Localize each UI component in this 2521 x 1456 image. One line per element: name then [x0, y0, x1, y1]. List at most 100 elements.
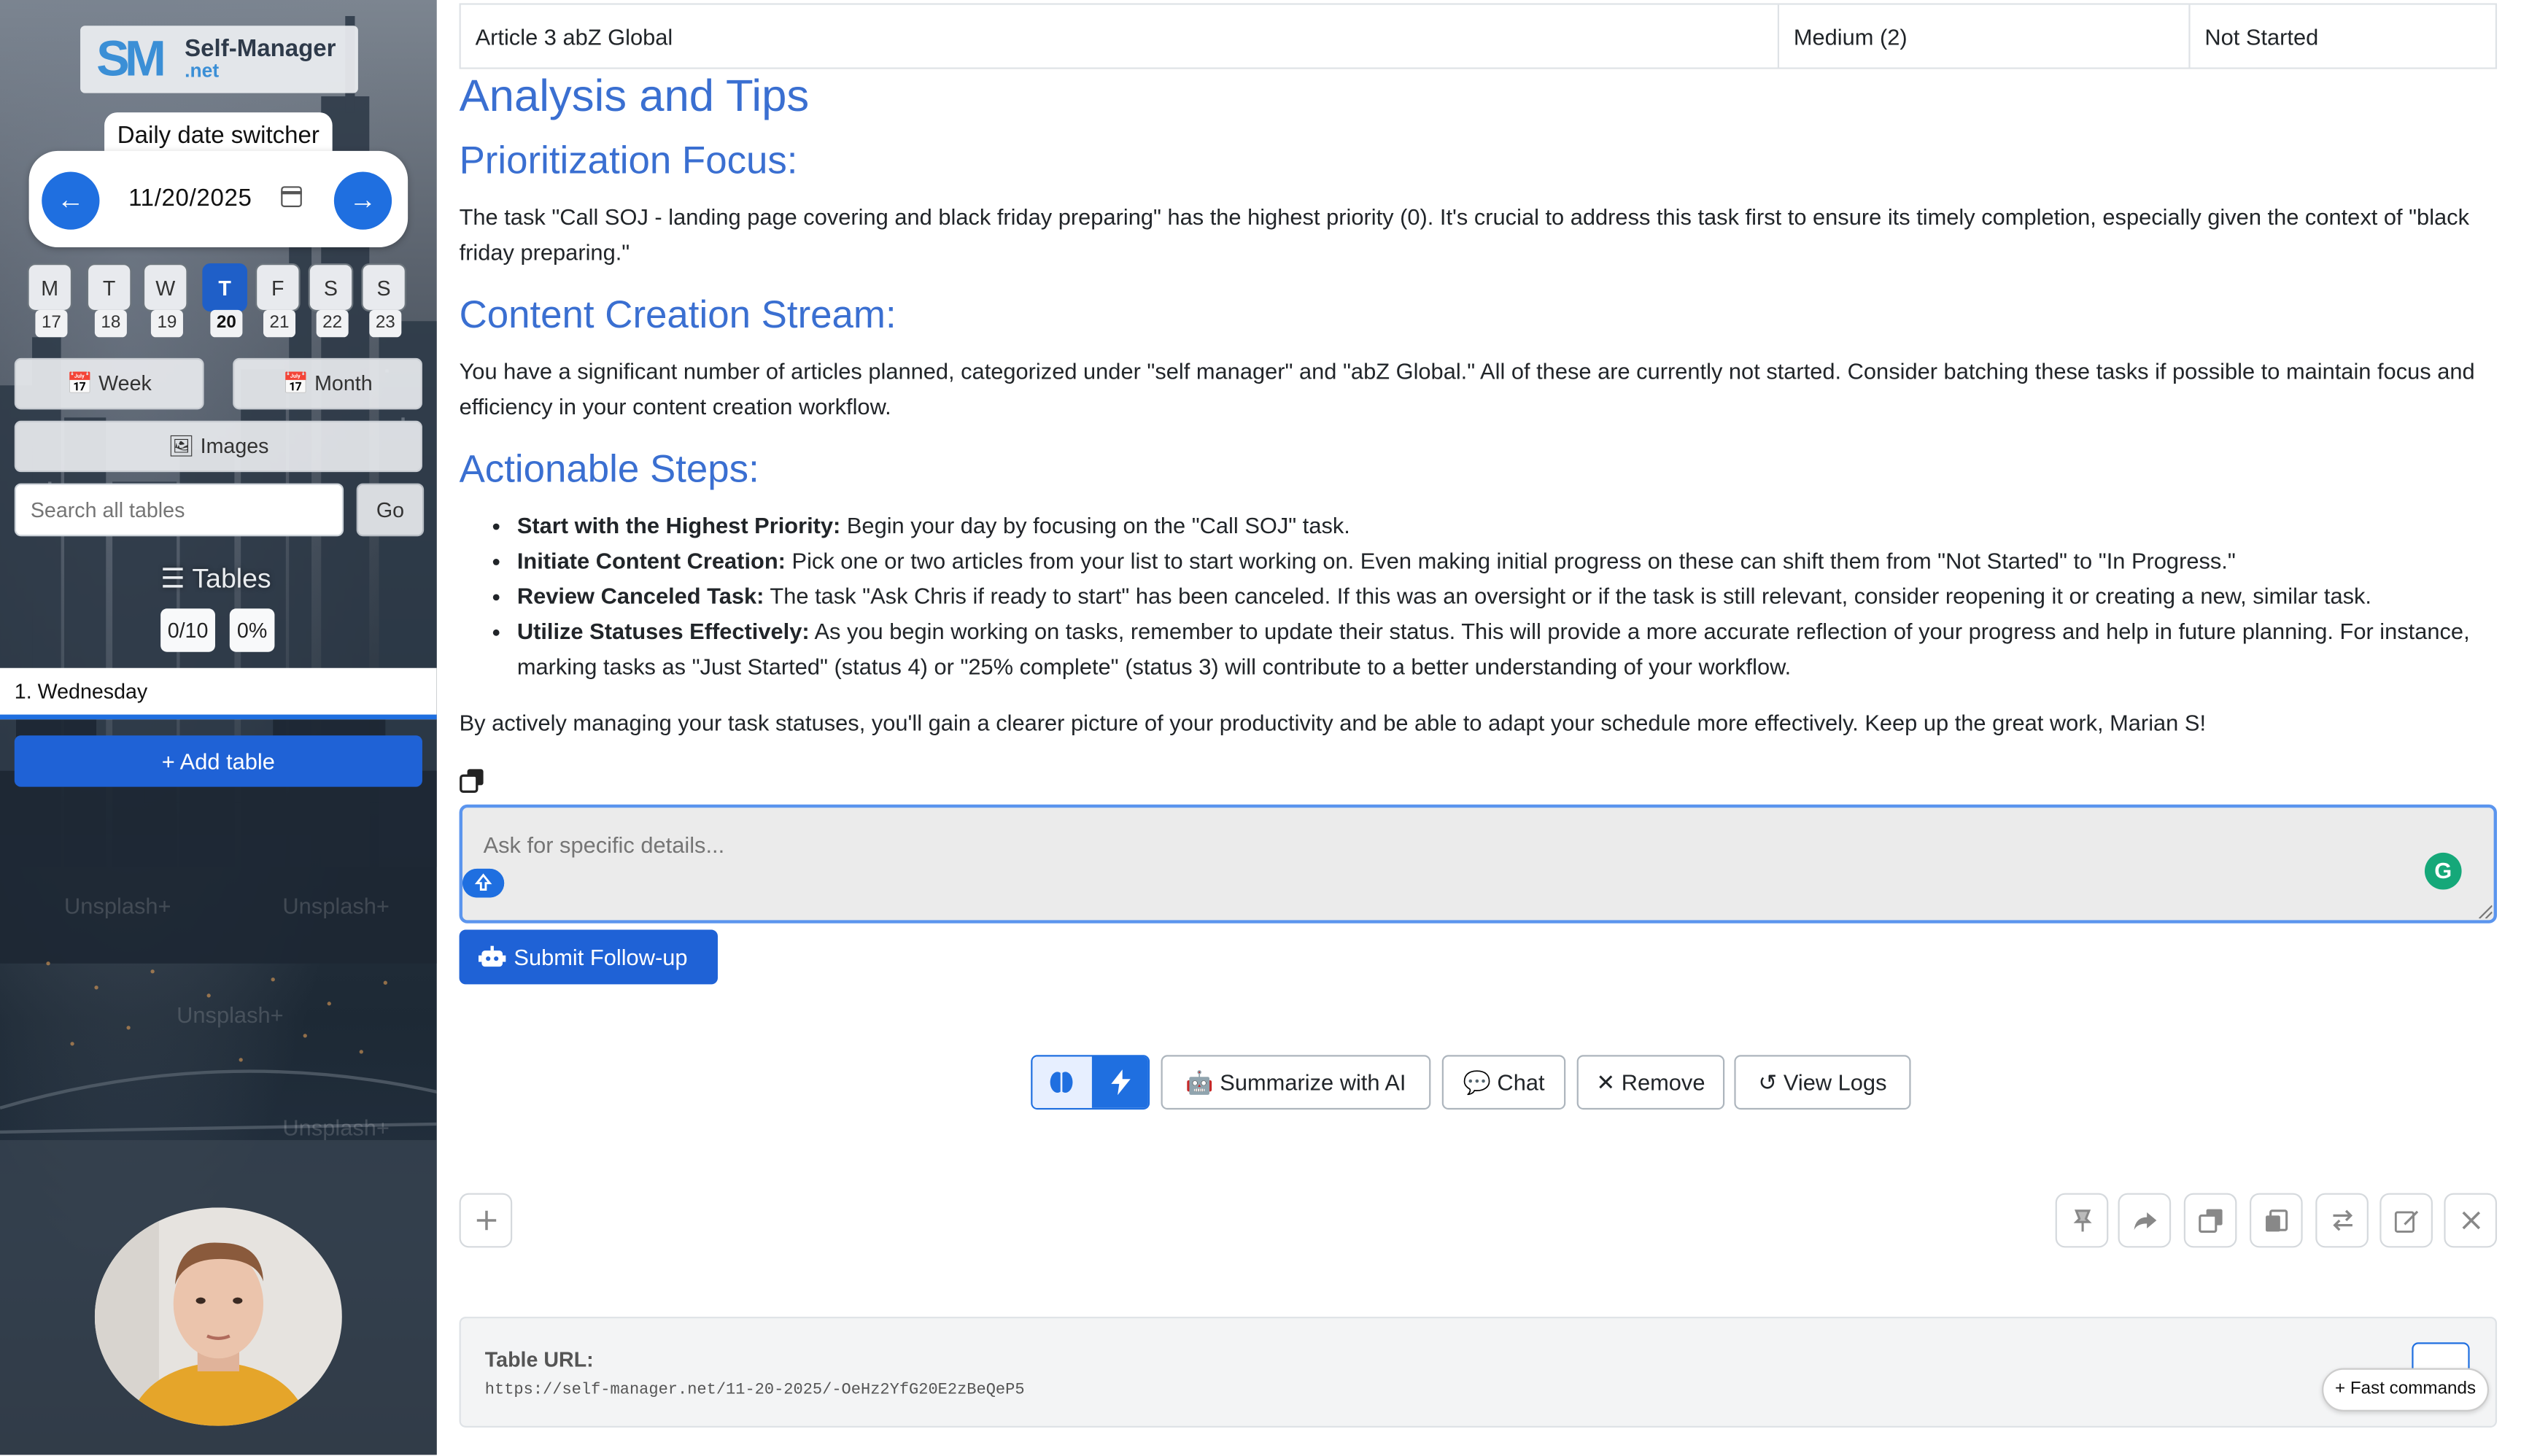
table-list-item[interactable]: 1. Wednesday	[0, 667, 437, 720]
summarize-with-ai-button[interactable]: 🤖 Summarize with AI	[1161, 1055, 1431, 1110]
content-creation-text: You have a significant number of article…	[459, 357, 2475, 419]
plus-icon: +	[161, 748, 175, 775]
main-content: Article 3 abZ Global Medium (2) Not Star…	[459, 0, 2499, 1455]
voice-input-icon[interactable]	[462, 868, 505, 898]
move-button[interactable]	[2315, 1193, 2369, 1248]
day-button-tue[interactable]: T 18	[86, 263, 132, 338]
table-url-value[interactable]: https://self-manager.net/11-20-2025/-OeH…	[485, 1382, 1025, 1400]
day-number: 20	[210, 309, 243, 338]
day-letter: M	[27, 263, 73, 312]
day-button-sun[interactable]: S 23	[361, 263, 406, 338]
history-icon: ↺	[1758, 1069, 1778, 1096]
brain-icon	[1050, 1072, 1073, 1093]
watermark-text: Unsplash+	[177, 1002, 284, 1028]
copy-icon[interactable]	[460, 767, 485, 793]
tables-heading-label: Tables	[192, 563, 271, 595]
fast-mode-button[interactable]	[1091, 1056, 1148, 1108]
calendar-icon[interactable]	[281, 186, 302, 207]
close-table-button[interactable]	[2444, 1193, 2498, 1248]
day-button-thu[interactable]: T 20	[202, 263, 248, 338]
images-button[interactable]: 🖼 Images	[14, 420, 422, 473]
prioritization-heading: Prioritization Focus:	[459, 139, 798, 183]
files-icon	[2266, 1209, 2288, 1232]
images-button-label: Images	[200, 433, 269, 458]
remove-button[interactable]: ✕ Remove	[1576, 1055, 1725, 1110]
chat-button[interactable]: 💬 Chat	[1441, 1055, 1566, 1110]
pin-icon	[2073, 1209, 2092, 1232]
duplicate-button[interactable]	[2183, 1193, 2237, 1248]
summarize-label: Summarize with AI	[1220, 1069, 1406, 1096]
task-name-cell[interactable]: Article 3 abZ Global	[461, 4, 1780, 68]
arrow-right-icon: →	[349, 185, 377, 215]
day-button-mon[interactable]: M 17	[27, 263, 73, 338]
watermark-text: Unsplash+	[282, 1114, 390, 1140]
follow-up-input[interactable]	[459, 804, 2498, 923]
copy-table-button[interactable]	[2250, 1193, 2303, 1248]
list-item: Review Canceled Task: The task "Ask Chri…	[517, 578, 2494, 613]
task-status-cell[interactable]: Not Started	[2191, 5, 2495, 68]
day-letter: F	[255, 263, 301, 312]
day-button-sat[interactable]: S 22	[308, 263, 354, 338]
avatar[interactable]	[94, 1207, 342, 1426]
next-day-button[interactable]: →	[333, 171, 392, 230]
view-logs-button[interactable]: ↺ View Logs	[1734, 1055, 1911, 1110]
fast-commands-button[interactable]: + Fast commands	[2322, 1368, 2490, 1412]
actionable-steps-heading: Actionable Steps:	[459, 448, 759, 492]
brain-mode-button[interactable]	[1032, 1056, 1092, 1108]
edit-icon	[2394, 1210, 2419, 1233]
close-icon	[2462, 1211, 2481, 1230]
table-url-label: Table URL:	[484, 1347, 594, 1371]
analysis-title: Analysis and Tips	[459, 70, 810, 121]
week-view-button[interactable]: 📅 Week	[14, 357, 204, 410]
lightning-icon	[1111, 1069, 1131, 1096]
pin-button[interactable]	[2055, 1193, 2109, 1248]
previous-day-button[interactable]: ←	[42, 171, 100, 230]
step-text: Pick one or two articles from your list …	[785, 547, 2236, 573]
edit-button[interactable]	[2379, 1193, 2433, 1248]
day-letter: S	[308, 263, 354, 312]
week-day-strip: M 17 T 18 W 19 T 20 F 21 S 22 S 23	[27, 263, 412, 341]
arrow-left-icon: ←	[57, 185, 85, 215]
step-title: Review Canceled Task:	[516, 583, 764, 609]
chat-icon: 💬	[1463, 1069, 1491, 1096]
search-tables-input[interactable]	[14, 483, 344, 537]
step-text: As you begin working on tasks, remember …	[516, 618, 2470, 680]
step-text: Begin your day by focusing on the "Call …	[840, 512, 1350, 538]
closing-text: By actively managing your task statuses,…	[459, 709, 2207, 736]
submit-follow-up-label: Submit Follow-up	[514, 944, 688, 970]
resize-handle-icon[interactable]	[2476, 902, 2493, 919]
add-table-button[interactable]: + Add table	[14, 735, 422, 787]
list-item: Initiate Content Creation: Pick one or t…	[517, 543, 2494, 578]
share-icon	[2134, 1212, 2157, 1231]
prioritization-text: The task "Call SOJ - landing page coveri…	[459, 204, 2470, 266]
ai-mode-toggle[interactable]	[1031, 1055, 1150, 1110]
step-title: Utilize Statuses Effectively:	[516, 618, 810, 644]
day-letter: S	[361, 263, 406, 312]
watermark-text: Unsplash+	[64, 892, 171, 919]
day-letter: T	[202, 263, 248, 312]
calendar-icon: 📅	[66, 371, 93, 395]
search-go-button[interactable]: Go	[356, 483, 425, 537]
day-number: 23	[369, 309, 402, 338]
day-letter: T	[86, 263, 132, 312]
date-input[interactable]: 11/20/2025	[128, 185, 252, 212]
day-button-fri[interactable]: F 21	[255, 263, 301, 338]
grammarly-icon[interactable]: G	[2424, 852, 2462, 890]
logo-subtext: .net	[185, 59, 220, 82]
month-view-button[interactable]: 📅 Month	[233, 357, 422, 410]
tables-heading[interactable]: ☰ Tables	[160, 564, 271, 596]
share-button[interactable]	[2118, 1193, 2172, 1248]
remove-label: Remove	[1621, 1069, 1705, 1096]
calendar-icon: 📅	[282, 371, 309, 395]
plus-icon	[476, 1210, 497, 1231]
day-button-wed[interactable]: W 19	[142, 263, 188, 338]
app-logo[interactable]: SM Self-Manager .net	[80, 26, 358, 93]
table-row[interactable]: Article 3 abZ Global Medium (2) Not Star…	[459, 3, 2498, 69]
list-item: Start with the Highest Priority: Begin y…	[517, 508, 2494, 543]
submit-follow-up-button[interactable]: Submit Follow-up	[459, 929, 718, 985]
close-icon: ✕	[1596, 1069, 1616, 1096]
chat-label: Chat	[1497, 1069, 1545, 1096]
add-row-button[interactable]	[459, 1193, 513, 1248]
tasks-count-badge: 0/10	[160, 608, 215, 652]
task-priority-cell[interactable]: Medium (2)	[1779, 4, 2191, 68]
